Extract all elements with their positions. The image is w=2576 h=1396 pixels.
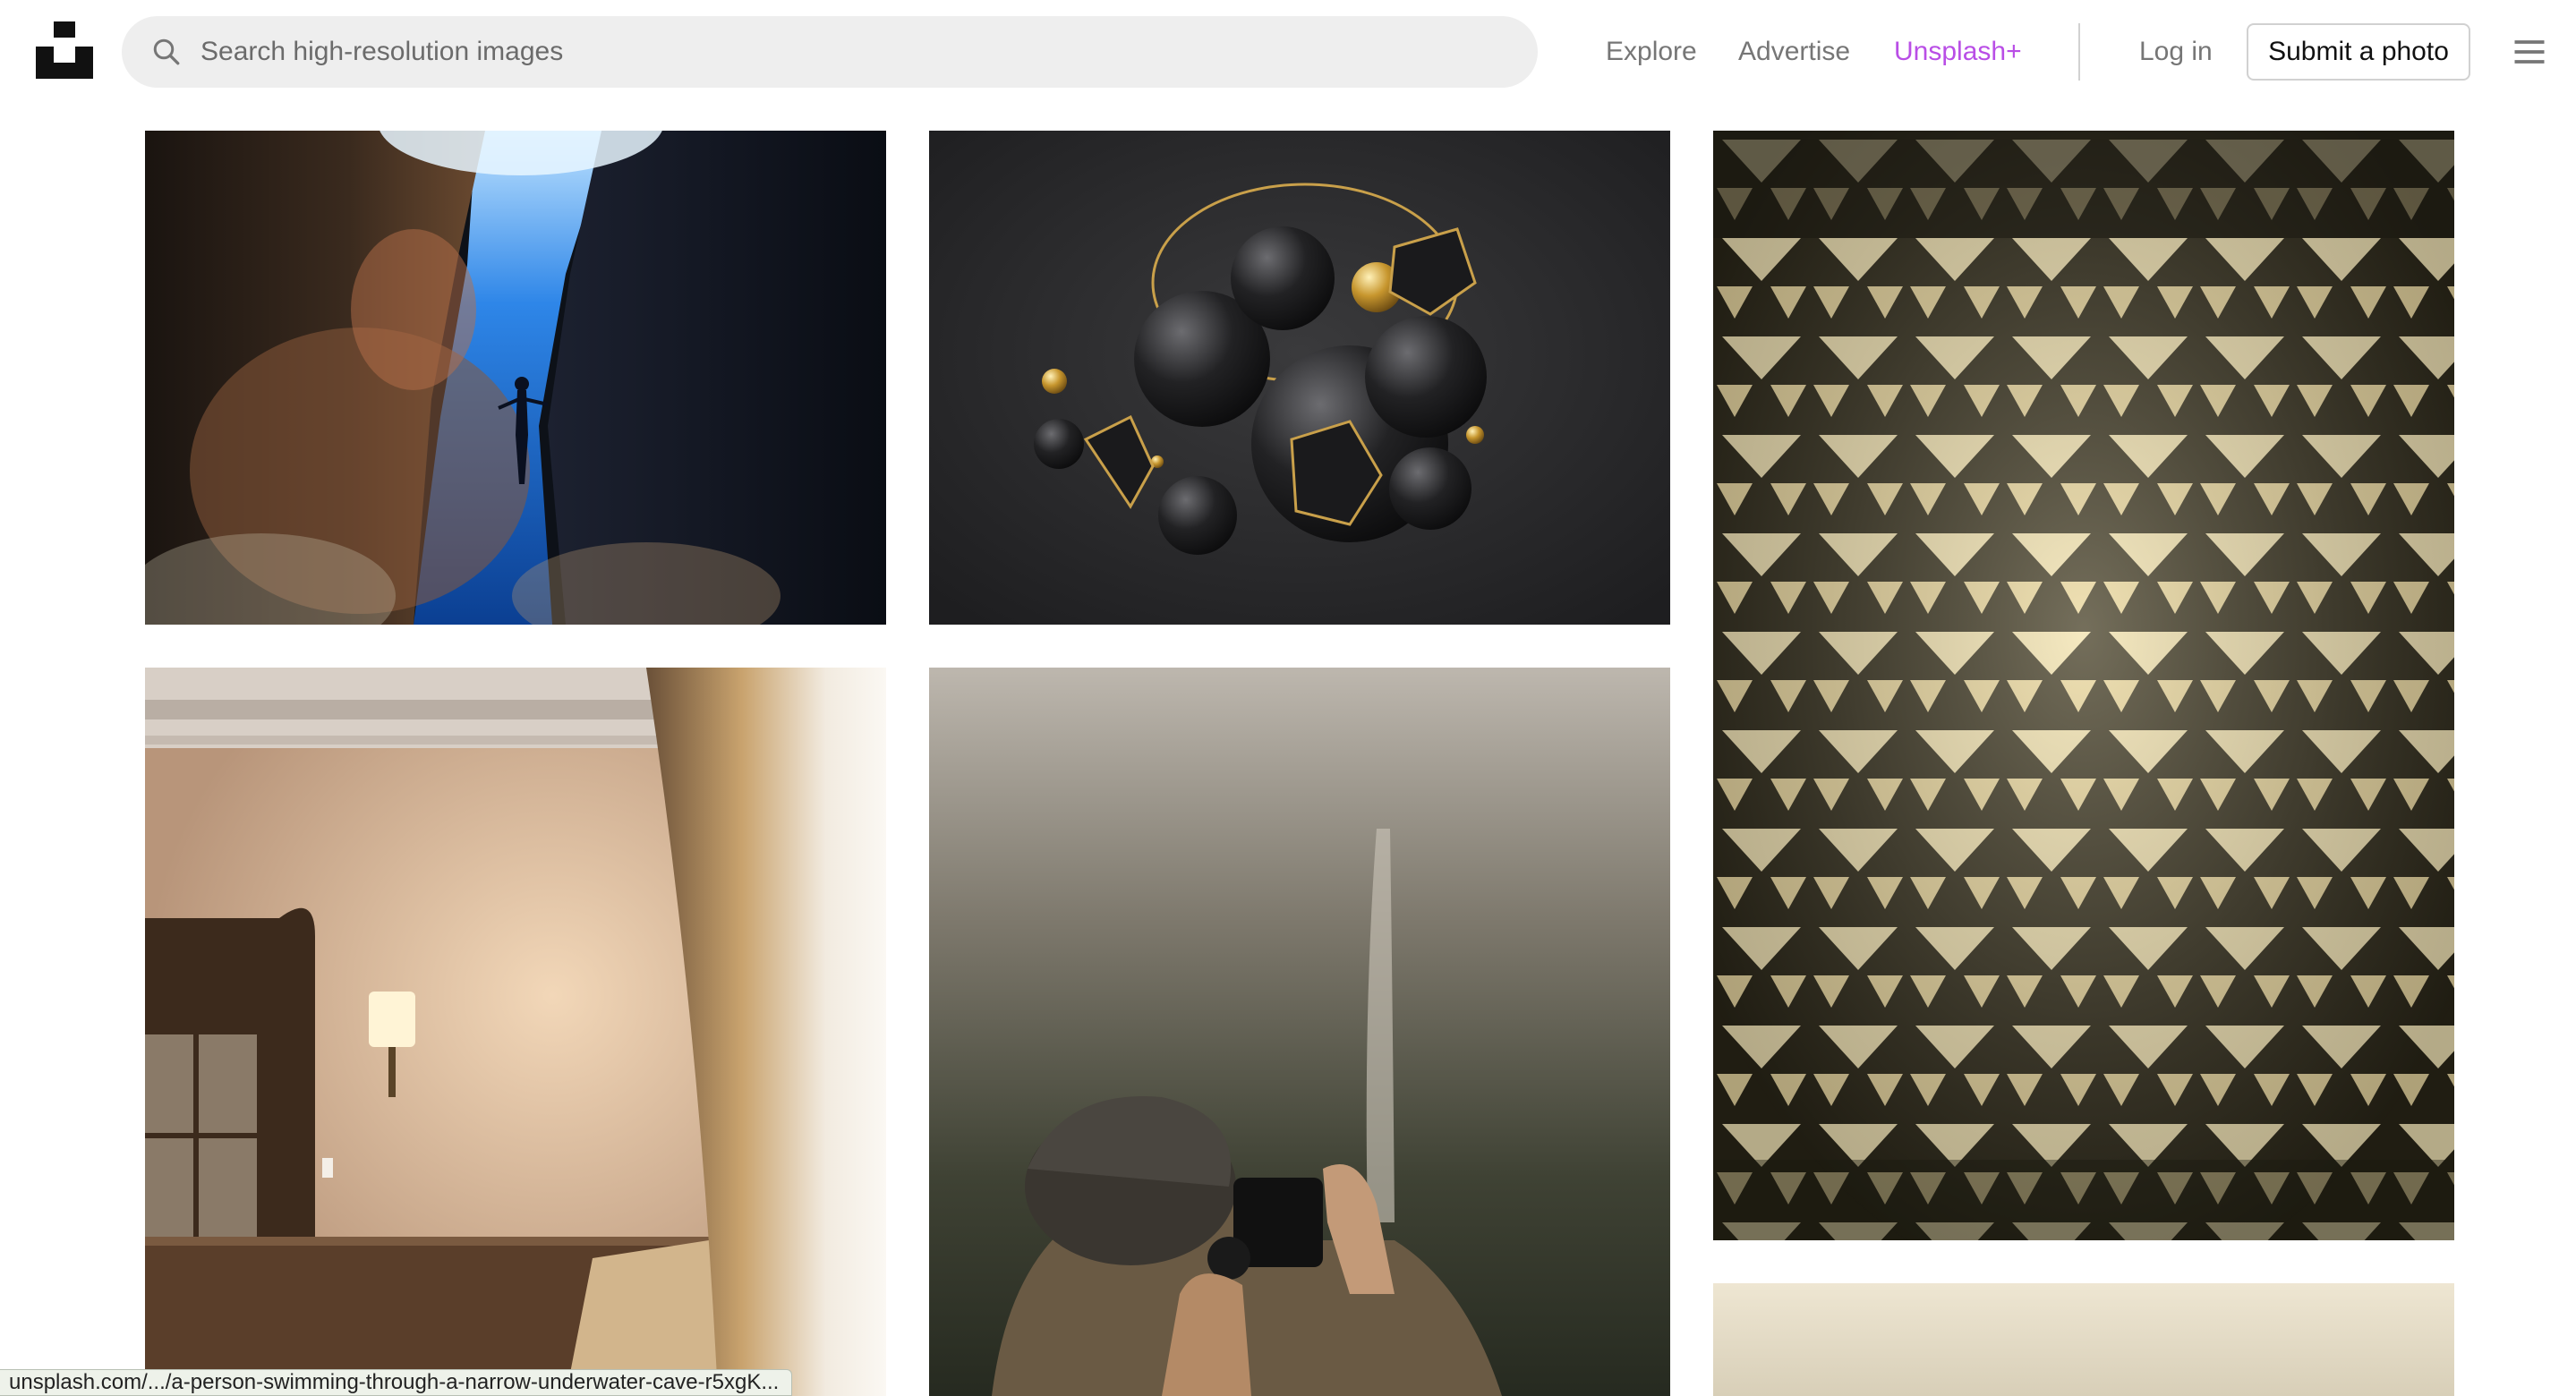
- login-link[interactable]: Log in: [2139, 0, 2213, 104]
- interior-room-image: [145, 668, 886, 1396]
- unsplash-logo-icon: [36, 21, 93, 79]
- photo-underwater-cave[interactable]: [145, 131, 886, 625]
- top-navigation-bar: Explore Advertise Unsplash+ Log in Submi…: [0, 0, 2576, 116]
- nav-unsplash-plus-link[interactable]: Unsplash+: [1894, 0, 2022, 104]
- search-icon[interactable]: [150, 36, 183, 68]
- photo-hazy-landscape[interactable]: [1713, 1283, 2454, 1396]
- page: Explore Advertise Unsplash+ Log in Submi…: [0, 0, 2576, 1396]
- submit-photo-button[interactable]: Submit a photo: [2247, 23, 2470, 81]
- photo-interior-room[interactable]: [145, 668, 886, 1396]
- nav-advertise-link[interactable]: Advertise: [1738, 0, 1850, 104]
- nav-explore-link[interactable]: Explore: [1606, 0, 1697, 104]
- search-bar[interactable]: [122, 16, 1538, 88]
- 3d-spheres-image: [929, 131, 1670, 625]
- unsplash-logo[interactable]: [36, 21, 93, 79]
- photo-photographer-fog[interactable]: [929, 668, 1670, 1396]
- underwater-cave-image: [145, 131, 886, 625]
- photo-3d-spheres[interactable]: [929, 131, 1670, 625]
- photographer-fog-image: [929, 668, 1670, 1396]
- browser-status-bar-url: unsplash.com/.../a-person-swimming-throu…: [0, 1369, 793, 1396]
- hazy-landscape-image: [1713, 1283, 2454, 1396]
- geometric-ceiling-image: [1713, 131, 2454, 1240]
- hamburger-menu-icon[interactable]: [2510, 32, 2549, 72]
- nav-divider: [2078, 23, 2080, 81]
- photo-geometric-ceiling[interactable]: [1713, 131, 2454, 1240]
- search-input[interactable]: [200, 16, 1507, 88]
